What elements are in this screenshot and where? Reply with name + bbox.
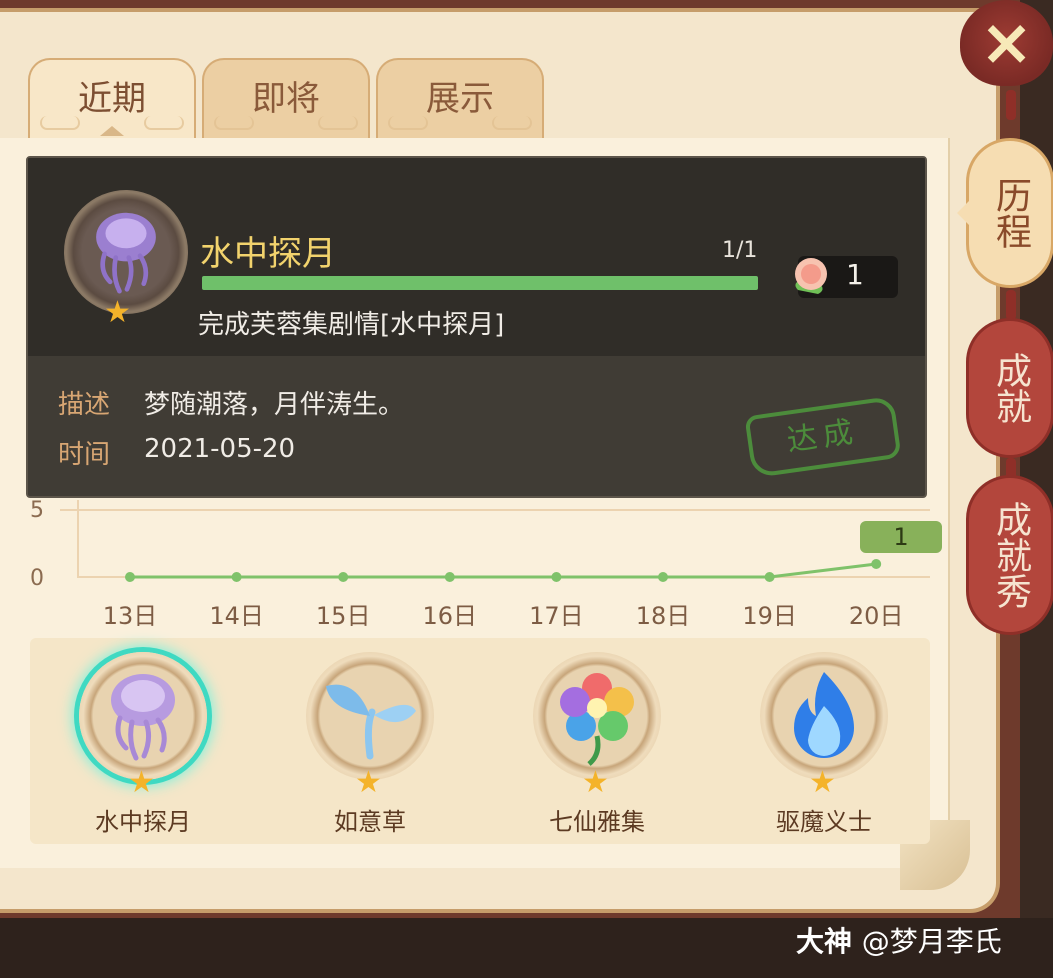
rainbow-flower-icon [560, 673, 634, 766]
data-point [658, 572, 668, 582]
x-tick-label: 15日 [315, 602, 371, 630]
description-label: 描述 [58, 390, 111, 420]
data-point [551, 572, 562, 582]
achievement-icon-frame: ★ [306, 652, 434, 798]
time-value: 2021-05-20 [144, 434, 296, 464]
x-tick-label: 17日 [529, 602, 584, 630]
star-icon: ★ [355, 765, 382, 800]
achievement-title: 水中探月 [200, 234, 336, 274]
achievement-icon-frame: ★ [79, 652, 207, 798]
achievement-item[interactable]: ★ 七仙雅集 [497, 652, 697, 842]
side-tab-history[interactable]: 历程 [957, 138, 1053, 288]
side-tab-achievement-show[interactable]: 成就秀 [966, 475, 1053, 635]
achievement-name: 七仙雅集 [549, 808, 645, 836]
active-tab-caret-icon [100, 126, 124, 136]
achievement-name: 水中探月 [95, 808, 191, 836]
series-line [130, 562, 877, 579]
chart-axis [77, 500, 930, 578]
description-value: 梦随潮落，月伴涛生。 [144, 390, 405, 420]
achievement-item[interactable]: ★ 水中探月 [43, 652, 243, 842]
completed-stamp: 达成 [744, 395, 902, 479]
achievement-icon-frame: ★ [533, 652, 661, 798]
tab-recent[interactable]: 近期 [28, 58, 196, 138]
x-tick-label: 14日 [209, 602, 264, 630]
star-icon: ★ [809, 765, 836, 800]
tab-recent-label: 近期 [78, 79, 146, 119]
data-point [764, 572, 775, 582]
x-tick-label: 18日 [635, 602, 691, 630]
star-icon: ★ [104, 295, 131, 330]
progress-bar [202, 276, 758, 290]
progress-bar-fill [202, 276, 758, 290]
achievement-detail-popup: ★ 水中探月 1/1 完成芙蓉集剧情[水中探月] 1 描述 梦随潮落，月伴涛生。… [26, 156, 927, 498]
swirl-decoration [388, 116, 428, 130]
knot-decoration [1006, 90, 1016, 120]
data-point [338, 572, 349, 582]
side-tab-history-label: 历程 [990, 177, 1031, 249]
data-point [871, 559, 882, 569]
progress-text: 1/1 [722, 238, 758, 263]
data-point [231, 572, 242, 582]
tab-showcase-label: 展示 [426, 79, 494, 119]
x-tick-label: 13日 [102, 602, 158, 630]
data-point [125, 572, 135, 582]
swirl-decoration [144, 116, 184, 130]
close-icon: × [979, 6, 1034, 80]
tab-upcoming[interactable]: 即将 [202, 58, 370, 138]
tab-upcoming-label: 即将 [252, 79, 320, 119]
reward-count: 1 [846, 258, 864, 291]
side-tab-achievements[interactable]: 成就 [966, 318, 1053, 458]
watermark: 大神 @梦月李氏 [796, 920, 1002, 960]
peach-icon [795, 258, 827, 294]
side-tab-achievement-show-label: 成就秀 [990, 501, 1031, 609]
sprout-icon [326, 684, 416, 760]
achievement-item[interactable]: ★ 驱魔义士 [724, 652, 924, 842]
reward-badge: 1 [795, 256, 898, 298]
star-icon: ★ [128, 765, 155, 800]
achievement-name: 如意草 [334, 808, 406, 836]
side-tab-achievements-label: 成就 [990, 352, 1031, 424]
watermark-brand: 大神 [796, 925, 853, 958]
achievement-requirement: 完成芙蓉集剧情[水中探月] [198, 310, 505, 340]
blue-flame-icon [794, 672, 854, 758]
jellyfish-icon [111, 674, 175, 761]
x-tick-label: 16日 [422, 602, 478, 630]
watermark-handle: @梦月李氏 [861, 925, 1002, 958]
swirl-decoration [492, 116, 532, 130]
x-tick-label: 19日 [742, 602, 797, 630]
data-point [444, 572, 455, 582]
last-value-badge: 1 [860, 521, 942, 553]
time-label: 时间 [58, 440, 111, 470]
tab-showcase[interactable]: 展示 [376, 58, 544, 138]
achievement-item[interactable]: ★ 如意草 [270, 652, 470, 842]
side-tab-pointer-icon [957, 201, 969, 225]
swirl-decoration [318, 116, 358, 130]
achievement-icon-frame: ★ [760, 652, 888, 798]
jellyfish-icon [96, 212, 156, 294]
achievement-name: 驱魔义士 [776, 808, 872, 836]
achievement-large-icon-frame: ★ [64, 190, 188, 330]
x-tick-label: 20日 [848, 602, 904, 630]
swirl-decoration [40, 116, 80, 130]
swirl-decoration [214, 116, 254, 130]
star-icon: ★ [582, 765, 609, 800]
knot-decoration [1006, 290, 1016, 320]
close-button[interactable]: × [960, 0, 1053, 86]
